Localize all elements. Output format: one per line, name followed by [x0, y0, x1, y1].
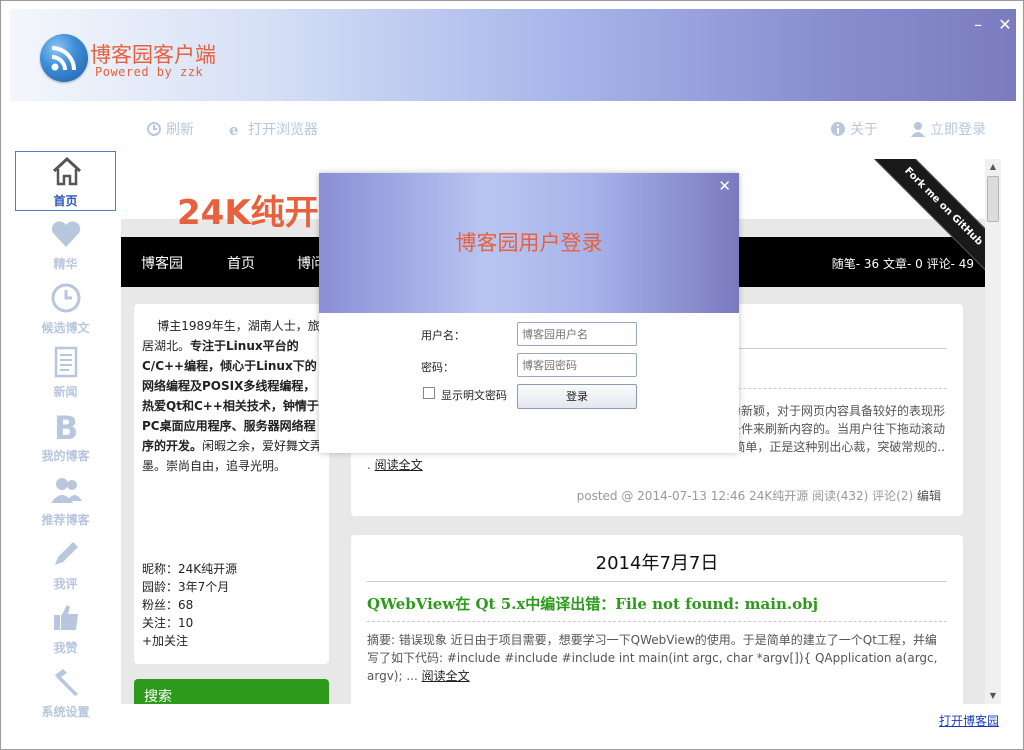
bio-bold: 专注于Linux平台的C/C++编程，倾心于Linux下的网络编程及POSIX多… [142, 339, 319, 453]
sidebar-item-home[interactable]: 首页 [15, 151, 116, 211]
sidebar-item-featured[interactable]: 精华 [15, 215, 116, 275]
clock-icon [51, 283, 81, 313]
open-browser-label: 打开浏览器 [248, 122, 318, 138]
github-ribbon[interactable]: Fork me on GitHub [869, 159, 985, 275]
user-icon [911, 122, 925, 137]
sidebar-item-label: 我赞 [53, 641, 78, 655]
minimize-button[interactable]: – [968, 15, 988, 35]
read-prefix: . [367, 458, 375, 472]
document-icon [54, 346, 78, 378]
sidebar-item-candidates[interactable]: 候选博文 [15, 279, 116, 339]
read-more-link[interactable]: 阅读全文 [422, 669, 470, 683]
thumbs-up-icon [54, 605, 78, 630]
refresh-icon [147, 122, 161, 136]
search-title: 搜索 [144, 689, 172, 704]
open-cnblogs-link[interactable]: 打开博客园 [939, 712, 999, 729]
sidebar-item-label: 新闻 [53, 385, 78, 399]
blog-title: 24K纯开 [177, 193, 319, 233]
profile-following: 关注：10 [142, 616, 194, 630]
password-label: 密码： [421, 361, 454, 374]
scroll-up-arrow-icon[interactable]: ▲ [985, 159, 1001, 175]
blog-nav-home[interactable]: 首页 [227, 253, 255, 273]
login-dialog: ✕ 博客园用户登录 用户名： 密码： 显示明文密码 登录 [319, 173, 739, 453]
post-abstract: 摘要: 错误现象 近日由于项目需要，想要学习一下QWebView的使用。于是简单… [367, 631, 945, 685]
sidebar-item-label: 推荐博客 [41, 513, 90, 527]
sidebar-item-label: 候选博文 [41, 321, 90, 335]
show-password-checkbox[interactable] [423, 387, 435, 399]
sidebar-item-label: 精华 [53, 257, 78, 271]
users-icon [51, 478, 82, 503]
github-ribbon-label: Fork me on GitHub [877, 159, 985, 273]
login-label: 立即登录 [930, 122, 986, 138]
password-input[interactable] [517, 353, 637, 377]
profile-age: 园龄：3年7个月 [142, 580, 230, 594]
vertical-scrollbar[interactable]: ▲ ▼ [985, 159, 1001, 704]
pencil-icon [55, 542, 78, 565]
sidebar-item-label: 系统设置 [41, 705, 90, 719]
toolbar: 刷新 e 打开浏览器 关于 立即登录 [10, 101, 1016, 153]
username-label: 用户名： [421, 329, 465, 342]
divider [367, 621, 947, 622]
show-password-label: 显示明文密码 [441, 389, 507, 402]
about-button[interactable]: 关于 [830, 119, 878, 139]
sidebar-item-news[interactable]: 新闻 [15, 343, 116, 403]
close-icon[interactable]: ✕ [718, 177, 731, 195]
sidebar-item-recommended[interactable]: 推荐博客 [15, 471, 116, 531]
info-icon [831, 122, 845, 136]
follow-link[interactable]: +加关注 [142, 632, 237, 650]
browser-icon: e [229, 121, 239, 137]
search-panel-header: 搜索 [134, 679, 329, 704]
scroll-down-arrow-icon[interactable]: ▼ [985, 688, 1001, 704]
profile-bio: 博主1989年生，湖南人士，旅居湖北。专注于Linux平台的C/C++编程，倾心… [142, 316, 324, 476]
profile-nickname: 昵称：24K纯开源 [142, 562, 238, 576]
about-label: 关于 [850, 122, 878, 138]
profile-fans: 粉丝：68 [142, 598, 194, 612]
sidebar-item-label: 首页 [53, 194, 78, 208]
post-read-more-row: . 阅读全文 [367, 456, 945, 474]
heart-icon [51, 221, 81, 247]
sidebar: 首页 精华 候选博文 新闻 B 我的博客 推荐博客 我评 我赞 系统设置 [15, 151, 117, 731]
sidebar-item-my-comments[interactable]: 我评 [15, 535, 116, 595]
sidebar-item-my-blog[interactable]: B 我的博客 [15, 407, 116, 467]
open-browser-button[interactable]: e 打开浏览器 [228, 119, 318, 139]
home-icon [52, 156, 82, 186]
close-window-button[interactable]: ✕ [995, 15, 1015, 35]
sidebar-item-settings[interactable]: 系统设置 [15, 663, 116, 723]
post-title[interactable]: QWebView在 Qt 5.x中编译出错：File not found: ma… [367, 593, 818, 614]
sidebar-item-label: 我的博客 [41, 449, 90, 463]
blog-nav-cnblogs[interactable]: 博客园 [141, 253, 183, 273]
login-dialog-header: ✕ 博客园用户登录 [319, 173, 739, 313]
username-input[interactable] [517, 322, 637, 346]
svg-text:e: e [229, 121, 239, 137]
login-dialog-title: 博客园用户登录 [455, 231, 603, 255]
app-window: 博客园客户端 Powered by zzk – ✕ 刷新 e 打开浏览器 关于 … [0, 0, 1024, 750]
post-date: 2014年7月7日 [595, 553, 719, 574]
refresh-button[interactable]: 刷新 [146, 119, 194, 139]
app-subtitle: Powered by zzk [95, 65, 204, 79]
rss-logo-icon [40, 34, 88, 82]
login-button[interactable]: 立即登录 [910, 119, 986, 139]
tools-icon [55, 669, 78, 696]
edit-link[interactable]: 编辑 [917, 489, 941, 503]
svg-text:B: B [54, 409, 78, 443]
profile-meta: 昵称：24K纯开源 园龄：3年7个月 粉丝：68 关注：10 +加关注 [142, 560, 237, 650]
refresh-label: 刷新 [166, 122, 194, 138]
divider [367, 581, 947, 582]
scroll-thumb[interactable] [987, 176, 999, 222]
post-meta: posted @ 2014-07-13 12:46 24K纯开源 阅读(432)… [576, 489, 914, 503]
read-more-link[interactable]: 阅读全文 [375, 458, 423, 472]
post-footer: posted @ 2014-07-13 12:46 24K纯开源 阅读(432)… [577, 487, 941, 504]
b-letter-icon: B [54, 409, 78, 443]
sidebar-item-my-likes[interactable]: 我赞 [15, 599, 116, 659]
title-bar: 博客园客户端 Powered by zzk – ✕ [10, 9, 1016, 101]
sidebar-item-label: 我评 [53, 577, 78, 591]
login-submit-button[interactable]: 登录 [517, 384, 637, 409]
profile-card: 博主1989年生，湖南人士，旅居湖北。专注于Linux平台的C/C++编程，倾心… [134, 304, 329, 664]
post-card: 2014年7月7日 QWebView在 Qt 5.x中编译出错：File not… [351, 535, 963, 704]
